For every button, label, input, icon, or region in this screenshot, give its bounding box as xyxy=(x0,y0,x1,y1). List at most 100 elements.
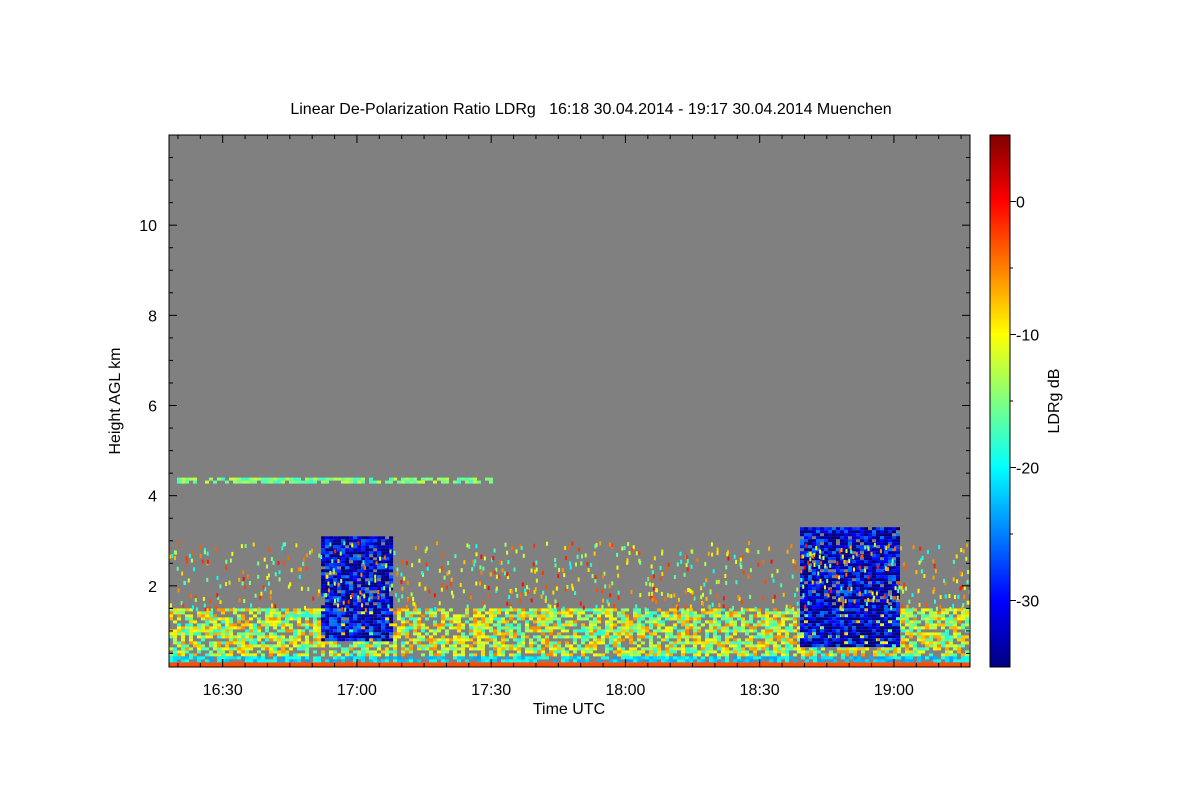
data-cell xyxy=(961,659,965,663)
data-cell xyxy=(945,659,949,663)
data-cell xyxy=(297,644,301,648)
data-cell xyxy=(753,647,757,651)
data-cell xyxy=(892,611,896,615)
data-cell xyxy=(349,620,354,624)
data-cell xyxy=(665,614,669,618)
data-cell xyxy=(876,623,880,627)
data-cell xyxy=(373,584,378,588)
data-cell xyxy=(365,554,370,558)
data-cell xyxy=(824,602,828,606)
data-cell xyxy=(505,629,509,633)
data-cell xyxy=(701,647,705,651)
data-cell xyxy=(733,641,737,645)
data-cell xyxy=(892,641,896,645)
data-cell xyxy=(305,623,309,627)
data-cell xyxy=(267,573,270,578)
data-cell xyxy=(277,620,281,624)
data-cell xyxy=(934,599,936,604)
data-cell xyxy=(824,575,828,579)
data-cell xyxy=(349,647,353,651)
data-cell xyxy=(848,635,852,639)
data-cell xyxy=(844,539,848,543)
data-cell xyxy=(845,653,849,657)
data-cell xyxy=(836,530,840,534)
data-cell xyxy=(917,638,921,642)
data-cell xyxy=(561,647,565,651)
data-cell xyxy=(860,617,864,621)
data-cell xyxy=(888,530,892,534)
data-cell xyxy=(601,653,605,657)
data-cell xyxy=(485,659,489,663)
data-cell xyxy=(844,545,848,549)
data-cell xyxy=(409,644,413,648)
data-cell xyxy=(705,596,708,601)
data-cell xyxy=(785,647,789,651)
data-cell xyxy=(473,477,477,481)
data-cell xyxy=(725,632,729,636)
data-cell xyxy=(868,536,872,540)
data-cell xyxy=(581,611,585,615)
data-cell xyxy=(513,567,516,572)
data-cell xyxy=(569,611,573,615)
data-cell xyxy=(966,543,968,548)
data-cell xyxy=(808,584,812,588)
data-cell xyxy=(197,626,201,630)
data-cell xyxy=(609,620,613,624)
data-cell xyxy=(769,650,773,654)
data-cell xyxy=(341,626,346,630)
data-cell xyxy=(921,656,925,660)
data-cell xyxy=(745,656,749,660)
data-cell xyxy=(421,571,424,575)
data-cell xyxy=(897,656,901,660)
data-cell xyxy=(629,641,633,645)
data-cell xyxy=(437,608,441,612)
data-cell xyxy=(800,620,804,624)
data-cell xyxy=(913,623,917,627)
data-cell xyxy=(373,623,378,627)
data-cell xyxy=(820,527,824,531)
data-cell xyxy=(884,611,888,615)
data-cell xyxy=(349,575,354,579)
data-cell xyxy=(926,602,928,607)
data-cell xyxy=(329,551,334,555)
data-cell xyxy=(213,617,217,621)
data-cell xyxy=(349,626,354,630)
data-cell xyxy=(876,617,880,621)
data-cell xyxy=(505,626,509,630)
data-cell xyxy=(696,558,699,563)
data-cell xyxy=(721,617,725,621)
data-cell xyxy=(537,635,541,639)
data-cell xyxy=(241,614,245,618)
data-cell xyxy=(777,620,781,624)
data-cell xyxy=(856,542,860,546)
data-cell xyxy=(193,480,197,484)
data-cell xyxy=(225,565,228,570)
data-cell xyxy=(397,617,401,621)
data-cell xyxy=(177,632,181,636)
data-cell xyxy=(297,608,301,612)
data-cell xyxy=(613,644,617,648)
data-cell xyxy=(253,623,257,627)
data-cell xyxy=(449,644,453,648)
data-cell xyxy=(773,629,777,633)
data-cell xyxy=(320,555,323,559)
data-cell xyxy=(781,617,785,621)
data-cell xyxy=(953,608,957,612)
data-cell xyxy=(385,584,390,588)
data-cell xyxy=(876,581,880,585)
data-cell xyxy=(812,635,816,639)
data-cell xyxy=(429,629,433,633)
data-cell xyxy=(365,551,370,555)
data-cell xyxy=(260,591,263,596)
data-cell xyxy=(800,608,804,612)
data-cell xyxy=(221,611,225,615)
data-cell xyxy=(888,536,892,540)
data-cell xyxy=(241,623,245,627)
data-cell xyxy=(621,653,625,657)
data-cell xyxy=(864,563,868,567)
data-cell xyxy=(305,644,309,648)
data-cell xyxy=(297,638,301,642)
data-cell xyxy=(905,617,909,621)
data-cell xyxy=(804,530,808,534)
data-cell xyxy=(365,614,370,618)
